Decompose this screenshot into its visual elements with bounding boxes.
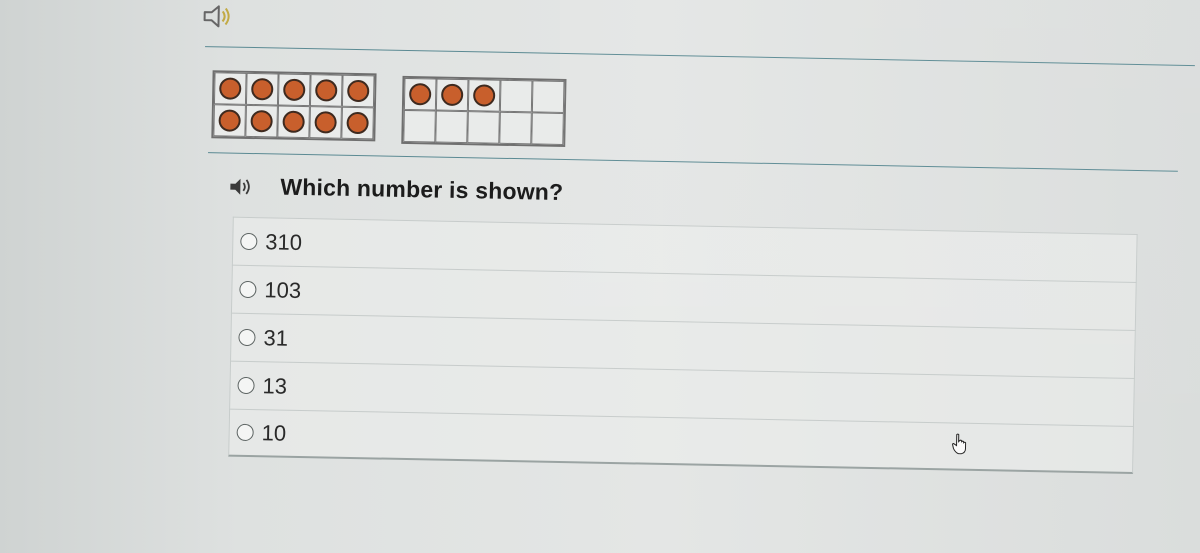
counter (347, 79, 370, 103)
ten-frame-cell (499, 79, 533, 113)
question-text: Which number is shown? (280, 173, 564, 205)
ten-frame-cell (213, 72, 247, 105)
answer-label: 31 (263, 324, 289, 351)
answer-label: 10 (261, 419, 287, 446)
ten-frame-cell (467, 111, 500, 144)
radio-button[interactable] (238, 328, 256, 347)
ten-frame-cell (245, 104, 278, 138)
answer-label: 310 (265, 228, 303, 255)
counter (219, 77, 242, 100)
ten-frame-cell (499, 111, 532, 145)
counter (251, 77, 274, 101)
divider-top (205, 46, 1195, 67)
ten-frame-cell (531, 80, 565, 113)
ten-frame-cell (245, 72, 279, 106)
screen: Which number is shown? 310 103 31 13 10 (0, 0, 1200, 553)
hand-pointer-icon (952, 433, 967, 455)
ten-frame-cell (531, 112, 564, 145)
ten-frame-cell (403, 109, 436, 143)
counter (218, 109, 241, 132)
ten-frame-cell (309, 106, 342, 139)
answer-label: 103 (264, 276, 302, 303)
counter (440, 83, 464, 107)
radio-button[interactable] (239, 280, 257, 299)
ten-frame-partial (401, 75, 567, 148)
speaker-icon[interactable] (201, 2, 236, 31)
answer-label: 13 (262, 372, 288, 399)
answer-choices: 310 103 31 13 10 (228, 216, 1138, 474)
counter (250, 109, 273, 133)
counter (282, 110, 305, 134)
ten-frame-cell (467, 79, 501, 112)
radio-button[interactable] (240, 232, 258, 251)
ten-frame-cell (435, 78, 469, 112)
counter (346, 111, 369, 135)
ten-frame-cell (403, 77, 437, 111)
ten-frame-cell (341, 74, 375, 108)
radio-button[interactable] (237, 376, 255, 395)
radio-button[interactable] (236, 423, 254, 442)
counter (283, 78, 306, 102)
speaker-icon[interactable] (228, 176, 252, 198)
practice-panel: Which number is shown? 310 103 31 13 10 (0, 0, 1200, 553)
divider-question (208, 152, 1178, 172)
ten-frame-full (211, 70, 377, 142)
ten-frame-cell (341, 106, 374, 140)
ten-frame-cell (277, 105, 310, 139)
counter (408, 83, 432, 106)
ten-frame-cell (277, 73, 311, 107)
counter (315, 79, 338, 102)
ten-frame-cell (309, 74, 343, 107)
counter (472, 84, 496, 107)
counter (314, 111, 337, 134)
ten-frame-cell (213, 104, 246, 137)
ten-frame-cell (435, 110, 468, 144)
